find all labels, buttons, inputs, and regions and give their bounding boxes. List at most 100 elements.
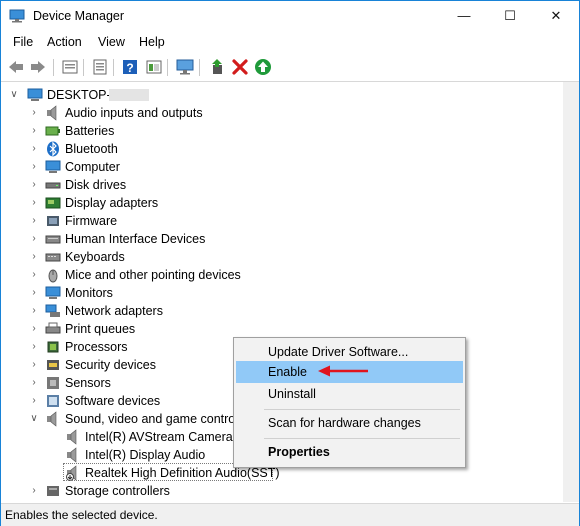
expand-chevron-icon[interactable]: › [29, 374, 39, 392]
ctx-item-label: Update Driver Software... [268, 345, 409, 359]
tree-row-keyboards[interactable]: › Keyboards [1, 248, 561, 266]
disk-icon [45, 182, 61, 189]
toolbar-separator [199, 59, 200, 76]
tree-row-label: Network adapters [65, 304, 163, 318]
tree-row-label: Bluetooth [65, 142, 118, 156]
ctx-properties[interactable]: Properties [236, 441, 463, 463]
ctx-update-driver[interactable]: Update Driver Software... [236, 341, 463, 363]
storage-icon [47, 486, 59, 496]
tree-row-storage-controllers[interactable]: › Storage controllers [1, 482, 561, 500]
tree-row-human-interface-devices[interactable]: › Human Interface Devices [1, 230, 561, 248]
forward-icon[interactable] [29, 58, 47, 76]
sensor-icon [47, 377, 59, 389]
toolbar: ? [1, 54, 579, 82]
tree-row-bluetooth[interactable]: › Bluetooth [1, 140, 561, 158]
update-driver-icon[interactable] [208, 58, 226, 76]
details-icon[interactable] [91, 58, 109, 76]
enable-device-icon[interactable] [254, 58, 272, 76]
expand-chevron-icon[interactable]: › [29, 482, 39, 500]
ctx-separator [264, 438, 460, 439]
speaker-icon [47, 105, 57, 121]
vertical-scrollbar[interactable] [563, 82, 579, 502]
menu-file[interactable]: File [13, 35, 33, 49]
expand-chevron-icon[interactable]: › [29, 122, 39, 140]
ctx-item-label: Properties [268, 445, 330, 459]
tree-row-label: Mice and other pointing devices [65, 268, 241, 282]
minimize-button[interactable]: — [441, 1, 487, 31]
tree-row-network-adapters[interactable]: › Network adapters [1, 302, 561, 320]
ctx-scan-hardware[interactable]: Scan for hardware changes [236, 412, 463, 434]
expand-chevron-icon[interactable]: › [29, 392, 39, 410]
expand-chevron-icon[interactable]: › [29, 266, 39, 284]
status-text: Enables the selected device. [5, 508, 158, 522]
expand-chevron-icon[interactable]: › [29, 320, 39, 338]
tree-row-mice-and-other-pointing-devices[interactable]: › Mice and other pointing devices [1, 266, 561, 284]
svg-text:?: ? [126, 61, 133, 75]
tree-row-firmware[interactable]: › Firmware [1, 212, 561, 230]
menu-action[interactable]: Action [47, 35, 82, 49]
tree-row-label: Sensors [65, 376, 111, 390]
ctx-separator [264, 409, 460, 410]
tree-row-audio-inputs-and-outputs[interactable]: › Audio inputs and outputs [1, 104, 561, 122]
keyboard-icon [45, 253, 61, 262]
expand-chevron-icon[interactable]: › [29, 176, 39, 194]
tree-row-batteries[interactable]: › Batteries [1, 122, 561, 140]
menu-view[interactable]: View [98, 35, 125, 49]
printer-icon [45, 322, 61, 334]
properties-sheet-icon[interactable] [61, 58, 79, 76]
tree-row-display-adapters[interactable]: › Display adapters [1, 194, 561, 212]
tree-row-label: Display adapters [65, 196, 159, 210]
device-view-icon[interactable] [145, 58, 163, 76]
expand-chevron-icon[interactable]: › [29, 194, 39, 212]
expand-chevron-icon[interactable]: › [29, 338, 39, 356]
close-button[interactable]: ✕ [533, 1, 579, 31]
hid-icon [45, 235, 61, 244]
context-menu: Update Driver Software... Enable Uninsta… [233, 337, 466, 468]
expand-chevron-icon[interactable]: › [29, 104, 39, 122]
collapse-chevron-icon[interactable]: ∨ [9, 86, 19, 104]
ctx-uninstall[interactable]: Uninstall [236, 383, 463, 405]
speaker-icon [67, 429, 77, 445]
scan-hardware-icon[interactable] [176, 58, 194, 76]
window-title: Device Manager [33, 9, 125, 23]
title-bar: Device Manager — ☐ ✕ [1, 1, 579, 31]
help-icon[interactable]: ? [121, 58, 139, 76]
back-icon[interactable] [7, 58, 25, 76]
expand-chevron-icon[interactable]: › [29, 158, 39, 176]
uninstall-icon[interactable] [231, 58, 249, 76]
tree-row-label: Processors [65, 340, 128, 354]
tree-row-label: Print queues [65, 322, 136, 336]
tree-row-computer[interactable]: › Computer [1, 158, 561, 176]
expand-chevron-icon[interactable]: › [29, 230, 39, 248]
redacted-hostname [109, 89, 149, 101]
expand-chevron-icon[interactable]: › [29, 140, 39, 158]
tree-root-row[interactable]: ∨ DESKTOP-A [1, 86, 301, 104]
speaker-icon [47, 411, 57, 427]
maximize-button[interactable]: ☐ [487, 1, 533, 31]
display-adapter-icon [45, 197, 61, 209]
tree-row-label: Sound, video and game controllers [65, 412, 259, 426]
expand-chevron-icon[interactable]: › [29, 248, 39, 266]
menu-bar: File Action View Help [1, 32, 579, 53]
firmware-icon [47, 216, 59, 226]
expand-chevron-icon[interactable]: › [29, 356, 39, 374]
tree-row-monitors[interactable]: › Monitors [1, 284, 561, 302]
tree-row-label: Software devices [65, 394, 161, 408]
tree-row-label: Keyboards [65, 250, 125, 264]
tree-row-label: Human Interface Devices [65, 232, 206, 246]
tree-row-label: Disk drives [65, 178, 127, 192]
toolbar-separator [83, 59, 84, 76]
tree-row-print-queues[interactable]: › Print queues [1, 320, 561, 338]
expand-chevron-icon[interactable]: › [29, 284, 39, 302]
menu-help[interactable]: Help [139, 35, 165, 49]
tree-row-label: Intel(R) Display Audio [85, 448, 206, 462]
monitor-icon [45, 160, 61, 173]
toolbar-separator [167, 59, 168, 76]
collapse-chevron-icon[interactable]: ∨ [29, 410, 39, 428]
expand-chevron-icon[interactable]: › [29, 302, 39, 320]
software-icon [47, 395, 59, 407]
expand-chevron-icon[interactable]: › [29, 212, 39, 230]
tree-row-label: Audio inputs and outputs [65, 106, 203, 120]
tree-row-disk-drives[interactable]: › Disk drives [1, 176, 561, 194]
toolbar-separator [113, 59, 114, 76]
